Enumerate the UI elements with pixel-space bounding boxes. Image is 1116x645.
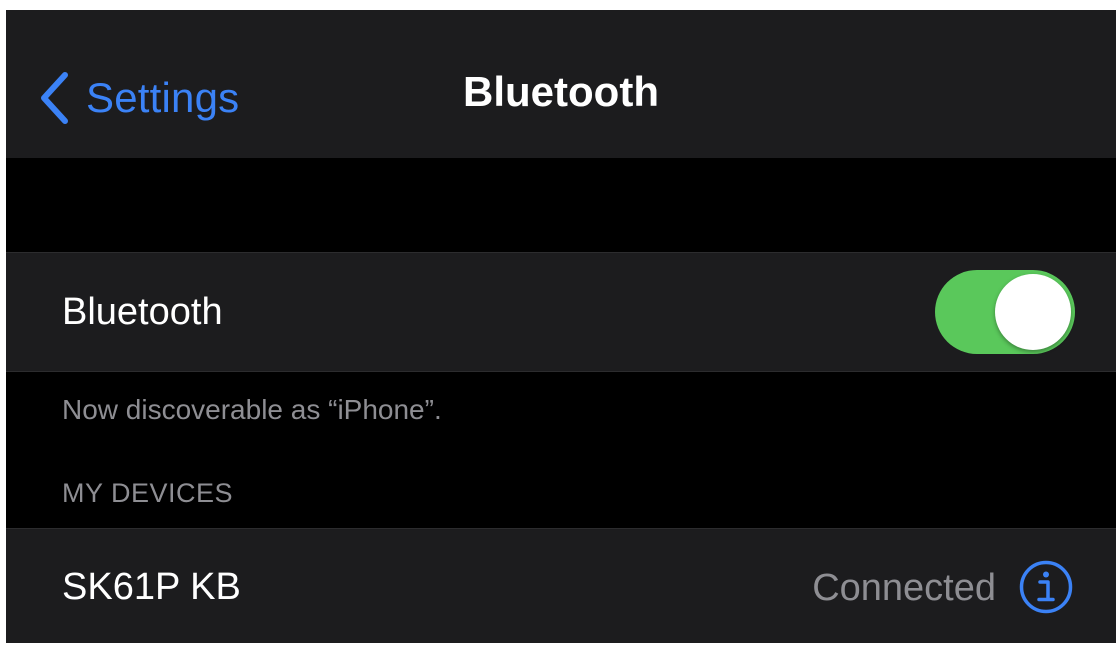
bluetooth-toggle-row: Bluetooth [6,252,1116,372]
bluetooth-settings-screen: Settings Bluetooth Bluetooth Now discove… [6,10,1116,643]
bluetooth-toggle-switch[interactable] [935,270,1075,354]
toggle-knob [995,274,1071,350]
page-title: Bluetooth [463,68,659,115]
section-spacer [6,158,1116,252]
bluetooth-toggle-label: Bluetooth [62,291,223,333]
device-row[interactable]: SK61P KB Connected [6,528,1116,643]
device-name: SK61P KB [62,566,241,608]
device-info-button[interactable] [1018,559,1074,615]
my-devices-section-header: MY DEVICES [62,478,234,508]
navigation-bar: Settings Bluetooth [6,10,1116,158]
info-circle-icon [1019,560,1073,614]
discoverable-footer-text: Now discoverable as “iPhone”. [62,394,442,425]
device-status: Connected [812,567,996,609]
